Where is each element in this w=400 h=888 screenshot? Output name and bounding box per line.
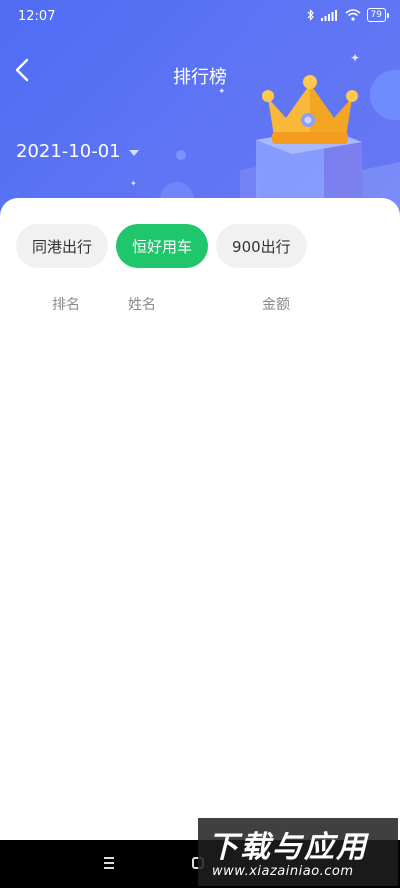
column-name: 姓名 <box>128 297 156 313</box>
company-tabs: 同港出行 恒好用车 900出行 <box>16 224 307 268</box>
battery-icon: 79 <box>366 8 390 22</box>
signal-icon <box>320 9 337 21</box>
status-bar: 12:07 79 <box>0 0 400 36</box>
status-time: 12:07 <box>18 9 56 24</box>
sparkle-icon: ✦ <box>130 179 137 188</box>
bluetooth-icon <box>307 9 314 21</box>
page-title: 排行榜 <box>173 67 227 88</box>
dropdown-caret-icon <box>128 149 139 156</box>
wifi-icon <box>345 9 361 21</box>
decor-bubble <box>176 150 186 160</box>
ranking-card: 同港出行 恒好用车 900出行 排名 姓名 金额 <box>0 198 400 840</box>
sparkle-icon: ✦ <box>218 87 226 97</box>
tab-tonggang[interactable]: 同港出行 <box>16 224 109 268</box>
date-selector[interactable]: 2021-10-01 <box>16 141 139 162</box>
watermark-url: www.xiazainiao.com <box>212 864 354 879</box>
column-amount: 金额 <box>262 297 290 313</box>
tab-900[interactable]: 900出行 <box>216 224 307 268</box>
table-header: 排名 姓名 金额 <box>0 294 400 314</box>
menu-icon[interactable] <box>100 854 118 874</box>
column-rank: 排名 <box>52 297 80 313</box>
tab-henghao[interactable]: 恒好用车 <box>116 224 209 268</box>
watermark-logo: 下载与应用 www.xiazainiao.com <box>198 818 398 886</box>
selected-date: 2021-10-01 <box>16 141 121 162</box>
leaderboard-screen: ✦ ✦ ✦ 12:07 79 排行榜 2021-10-01 同港出行 恒好用车 … <box>0 0 400 888</box>
watermark-title: 下载与应用 <box>208 830 368 865</box>
status-icons: 79 <box>307 8 390 22</box>
